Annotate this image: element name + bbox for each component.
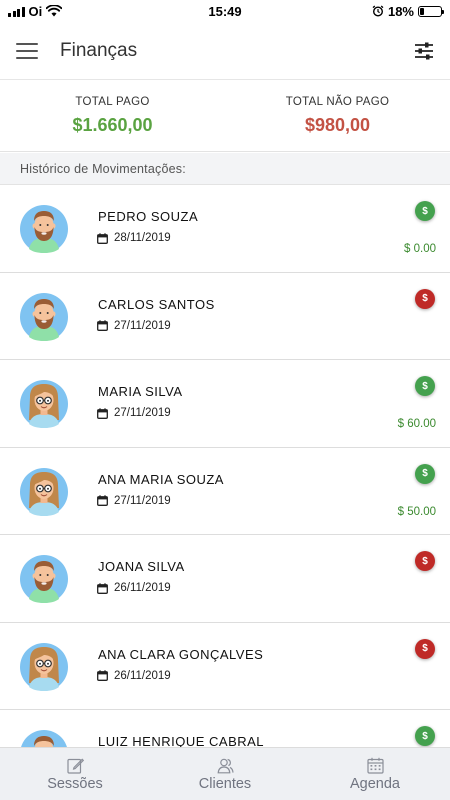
- battery-icon: [418, 5, 444, 17]
- date-text: 27/11/2019: [114, 407, 171, 419]
- calendar-icon: [97, 582, 108, 594]
- calendar-icon: [97, 232, 108, 244]
- status-bar: Oi 15:49 18%: [0, 0, 450, 22]
- transaction-date: 26/11/2019: [97, 582, 171, 594]
- alarm-icon: [372, 5, 384, 17]
- payment-status-icon[interactable]: $: [415, 288, 435, 309]
- transaction-date: 27/11/2019: [97, 495, 171, 507]
- date-text: 27/11/2019: [114, 494, 171, 507]
- client-name: LUIZ HENRIQUE CABRAL: [98, 734, 265, 747]
- list-item[interactable]: PEDRO SOUZA 28/11/2019 $ $ 0.00: [0, 185, 450, 273]
- date-text: 27/11/2019: [114, 319, 171, 332]
- avatar: [20, 467, 68, 516]
- list-item[interactable]: ANA MARIA SOUZA 27/11/2019 $ $ 50.00: [0, 447, 450, 535]
- transaction-date: 28/11/2019: [97, 232, 171, 244]
- battery-fill: [420, 7, 424, 15]
- nav-agenda-label: Agenda: [350, 775, 400, 792]
- history-list[interactable]: PEDRO SOUZA 28/11/2019 $ $ 0.00 CARLOS S…: [0, 185, 450, 747]
- calendar-icon: [97, 670, 108, 681]
- nav-agenda[interactable]: Agenda: [300, 748, 450, 800]
- date-text: 28/11/2019: [114, 232, 171, 244]
- amount: $ 60.00: [397, 418, 436, 430]
- date-text: 26/11/2019: [114, 582, 171, 594]
- battery-label: 18%: [387, 3, 414, 19]
- transaction-date: 27/11/2019: [97, 320, 171, 332]
- signal-icon: [8, 6, 25, 17]
- avatar: [20, 380, 68, 428]
- client-name: JOANA SILVA: [98, 559, 185, 574]
- client-name: ANA MARIA SOUZA: [98, 471, 224, 487]
- payment-status-icon[interactable]: $: [415, 551, 435, 571]
- total-unpaid: TOTAL NÃO PAGO $980,00: [225, 80, 450, 151]
- status-left: Oi: [8, 3, 63, 19]
- payment-status-icon[interactable]: $: [415, 201, 435, 221]
- transaction-date: 26/11/2019: [97, 670, 171, 682]
- totals-summary: TOTAL PAGO $1.660,00 TOTAL NÃO PAGO $980…: [0, 80, 450, 152]
- nav-sessoes-label: Sessões: [47, 775, 103, 792]
- calendar-icon: [366, 757, 384, 774]
- filter-settings-icon[interactable]: [414, 42, 434, 60]
- payment-status-icon[interactable]: $: [415, 376, 435, 396]
- client-name: ANA CLARA GONÇALVES: [98, 646, 264, 662]
- total-paid-value: $1.660,00: [72, 114, 153, 135]
- carrier-label: Oi: [28, 3, 43, 19]
- app-bar: Finanças: [0, 22, 450, 80]
- list-item[interactable]: CARLOS SANTOS 27/11/2019 $: [0, 272, 450, 360]
- menu-icon[interactable]: [16, 42, 38, 59]
- payment-status-icon[interactable]: $: [415, 463, 435, 484]
- client-name: MARIA SILVA: [98, 384, 183, 399]
- page-title: Finanças: [60, 39, 138, 61]
- list-item[interactable]: JOANA SILVA 26/11/2019 $: [0, 535, 450, 623]
- total-paid-label: TOTAL PAGO: [75, 95, 150, 108]
- avatar: [20, 205, 68, 253]
- bottom-nav: Sessões Clientes Agenda: [0, 747, 450, 800]
- avatar: [21, 730, 67, 747]
- client-name: CARLOS SANTOS: [98, 296, 215, 312]
- nav-clientes-label: Clientes: [198, 775, 252, 792]
- history-header: Histórico de Movimentações:: [0, 153, 450, 185]
- calendar-icon: [97, 495, 108, 506]
- nav-sessoes[interactable]: Sessões: [0, 748, 150, 800]
- total-paid: TOTAL PAGO $1.660,00: [0, 80, 225, 151]
- avatar: [20, 642, 68, 691]
- list-item[interactable]: LUIZ HENRIQUE CABRAL $: [0, 710, 450, 747]
- amount: $ 50.00: [397, 505, 436, 518]
- client-name: PEDRO SOUZA: [98, 209, 199, 224]
- total-unpaid-value: $980,00: [304, 114, 371, 135]
- calendar-icon: [97, 407, 108, 419]
- total-unpaid-label: TOTAL NÃO PAGO: [285, 95, 390, 108]
- date-text: 26/11/2019: [114, 669, 171, 682]
- amount: $ 0.00: [404, 243, 436, 255]
- list-item[interactable]: MARIA SILVA 27/11/2019 $ $ 60.00: [0, 360, 450, 448]
- transaction-date: 27/11/2019: [97, 407, 171, 419]
- list-item[interactable]: ANA CLARA GONÇALVES 26/11/2019 $: [0, 622, 450, 710]
- nav-clientes[interactable]: Clientes: [150, 748, 300, 800]
- edit-icon: [66, 757, 84, 774]
- avatar: [20, 292, 68, 341]
- wifi-icon: [46, 5, 63, 17]
- users-icon: [217, 758, 234, 773]
- payment-status-icon[interactable]: $: [415, 638, 435, 659]
- calendar-icon: [97, 320, 108, 331]
- status-right: 18%: [372, 3, 444, 19]
- payment-status-icon[interactable]: $: [415, 726, 435, 746]
- avatar: [20, 555, 68, 603]
